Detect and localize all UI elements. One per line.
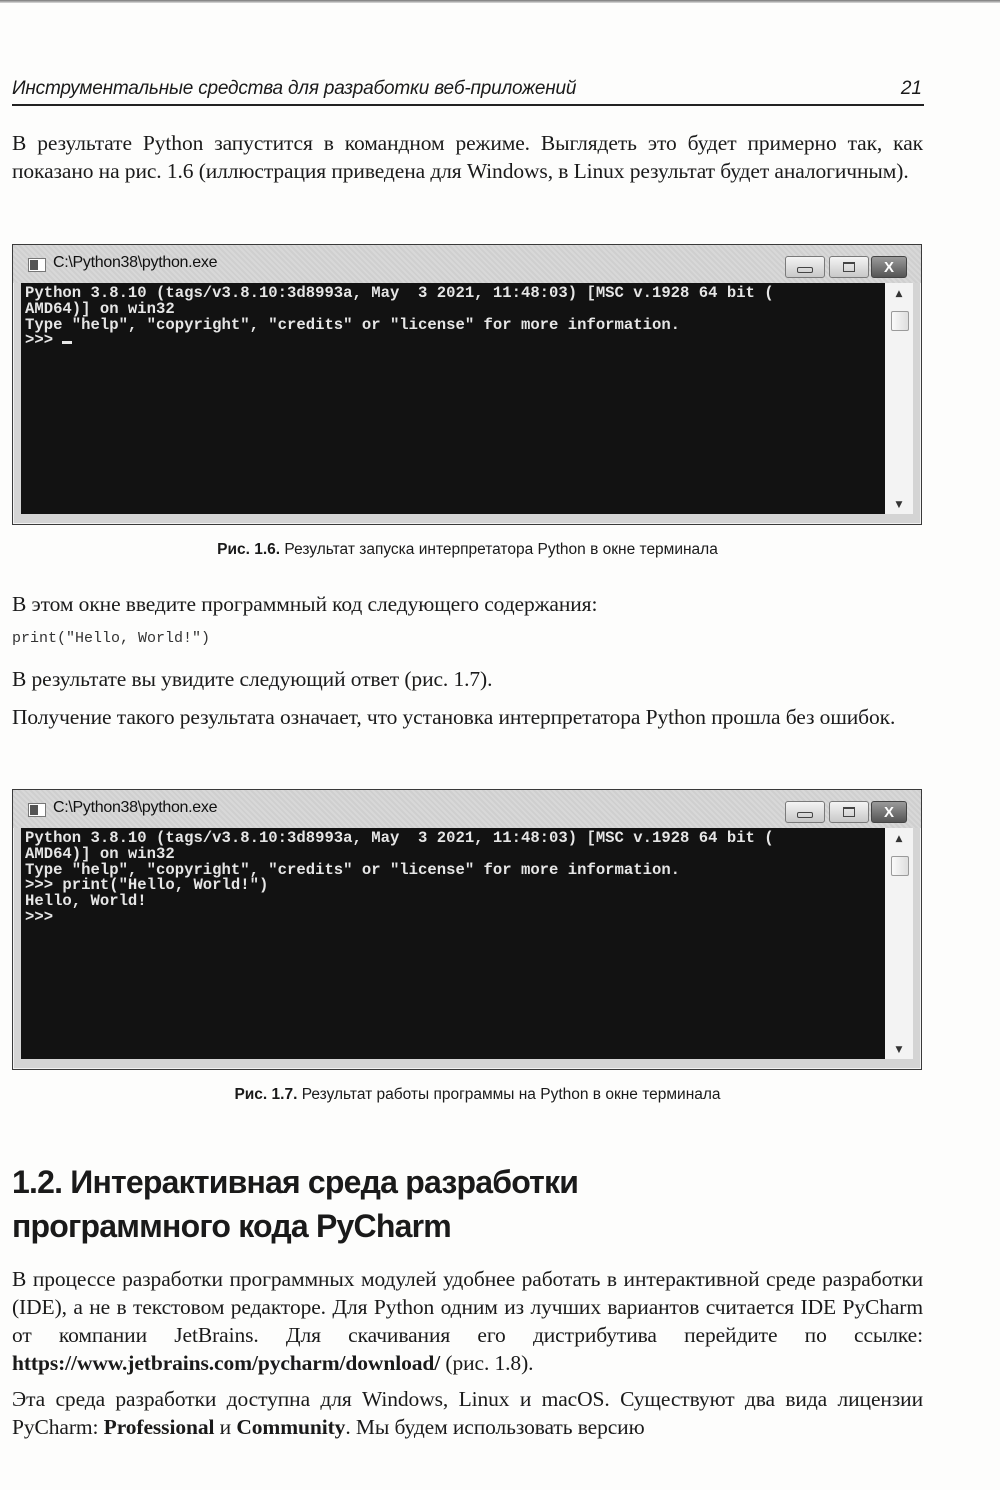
console-line: >>> print("Hello, World!"): [25, 876, 269, 895]
minimize-button[interactable]: [785, 256, 825, 278]
scroll-thumb[interactable]: [891, 311, 909, 331]
download-link[interactable]: https://www.jetbrains.com/pycharm/downlo…: [12, 1351, 440, 1375]
console-line: Hello, World!: [25, 892, 147, 911]
terminal-window-fig-1-7: C:\Python38\python.exe X Python 3.8.10 (…: [12, 789, 922, 1070]
maximize-icon: [843, 262, 855, 272]
vertical-scrollbar[interactable]: ▲ ▼: [885, 283, 913, 514]
maximize-icon: [843, 807, 855, 817]
page-top-edge: [0, 0, 1000, 3]
console-prompt-line: >>>: [25, 331, 881, 350]
close-icon: X: [883, 258, 894, 276]
page-number: 21: [900, 78, 922, 99]
section-heading: 1.2. Интерактивная среда разработки прог…: [12, 1160, 579, 1248]
caption-label: Рис. 1.7.: [234, 1086, 298, 1103]
code-snippet: print("Hello, World!"): [12, 630, 211, 647]
running-title: Инструментальные средства для разработки…: [12, 78, 577, 99]
console-line: >>>: [25, 907, 54, 926]
paragraph-text: В процессе разработки программных модуле…: [12, 1267, 923, 1347]
paragraph-text: и: [214, 1415, 237, 1439]
window-title: C:\Python38\python.exe: [53, 254, 218, 271]
paragraph-intro: В результате Python запустится в командн…: [12, 131, 923, 183]
paragraph-text: (рис. 1.8).: [440, 1351, 534, 1375]
edition-community: Community: [236, 1415, 346, 1439]
scroll-down-icon[interactable]: ▼: [885, 1045, 913, 1055]
minimize-icon: [797, 812, 813, 818]
text-cursor: [62, 341, 73, 345]
scroll-thumb[interactable]: [891, 856, 909, 876]
console-prompt: >>>: [25, 331, 63, 350]
window-titlebar[interactable]: C:\Python38\python.exe X: [13, 245, 921, 283]
scroll-up-icon[interactable]: ▲: [885, 289, 913, 299]
minimize-icon: [797, 267, 813, 273]
caption-text: Результат запуска интерпретатора Python …: [280, 541, 718, 558]
window-title: C:\Python38\python.exe: [53, 799, 218, 816]
console-app-icon: [28, 258, 46, 272]
section-heading-line: программного кода PyCharm: [12, 1208, 452, 1244]
terminal-window-fig-1-6: C:\Python38\python.exe X Python 3.8.10 (…: [12, 244, 922, 525]
paragraph-success: Получение такого результата означает, чт…: [12, 705, 896, 729]
console-app-icon: [28, 803, 46, 817]
paragraph-text: . Мы будем использовать версию: [345, 1415, 645, 1439]
paragraph-result: В результате вы увидите следующий ответ …: [12, 667, 493, 691]
running-header: Инструментальные средства для разработки…: [12, 76, 924, 106]
maximize-button[interactable]: [829, 256, 869, 278]
paragraph-ide: В процессе разработки программных модуле…: [12, 1265, 923, 1377]
figure-caption-1-7: Рис. 1.7. Результат работы программы на …: [10, 1086, 945, 1104]
close-button[interactable]: X: [871, 801, 907, 823]
section-heading-line: 1.2. Интерактивная среда разработки: [12, 1164, 579, 1200]
close-icon: X: [883, 803, 894, 821]
close-button[interactable]: X: [871, 256, 907, 278]
caption-text: Результат работы программы на Python в о…: [297, 1086, 721, 1103]
console-output[interactable]: Python 3.8.10 (tags/v3.8.10:3d8993a, May…: [21, 828, 885, 1059]
edition-professional: Professional: [103, 1415, 215, 1439]
scroll-up-icon[interactable]: ▲: [885, 834, 913, 844]
console-output[interactable]: Python 3.8.10 (tags/v3.8.10:3d8993a, May…: [21, 283, 885, 514]
caption-label: Рис. 1.6.: [217, 541, 281, 558]
paragraph-licenses: Эта среда разработки доступна для Window…: [12, 1385, 923, 1441]
vertical-scrollbar[interactable]: ▲ ▼: [885, 828, 913, 1059]
paragraph-enter-code: В этом окне введите программный код след…: [12, 592, 598, 616]
figure-caption-1-6: Рис. 1.6. Результат запуска интерпретато…: [0, 541, 935, 559]
minimize-button[interactable]: [785, 801, 825, 823]
console-line: Type "help", "copyright", "credits" or "…: [25, 315, 681, 334]
scroll-down-icon[interactable]: ▼: [885, 500, 913, 510]
window-titlebar[interactable]: C:\Python38\python.exe X: [13, 790, 921, 828]
maximize-button[interactable]: [829, 801, 869, 823]
